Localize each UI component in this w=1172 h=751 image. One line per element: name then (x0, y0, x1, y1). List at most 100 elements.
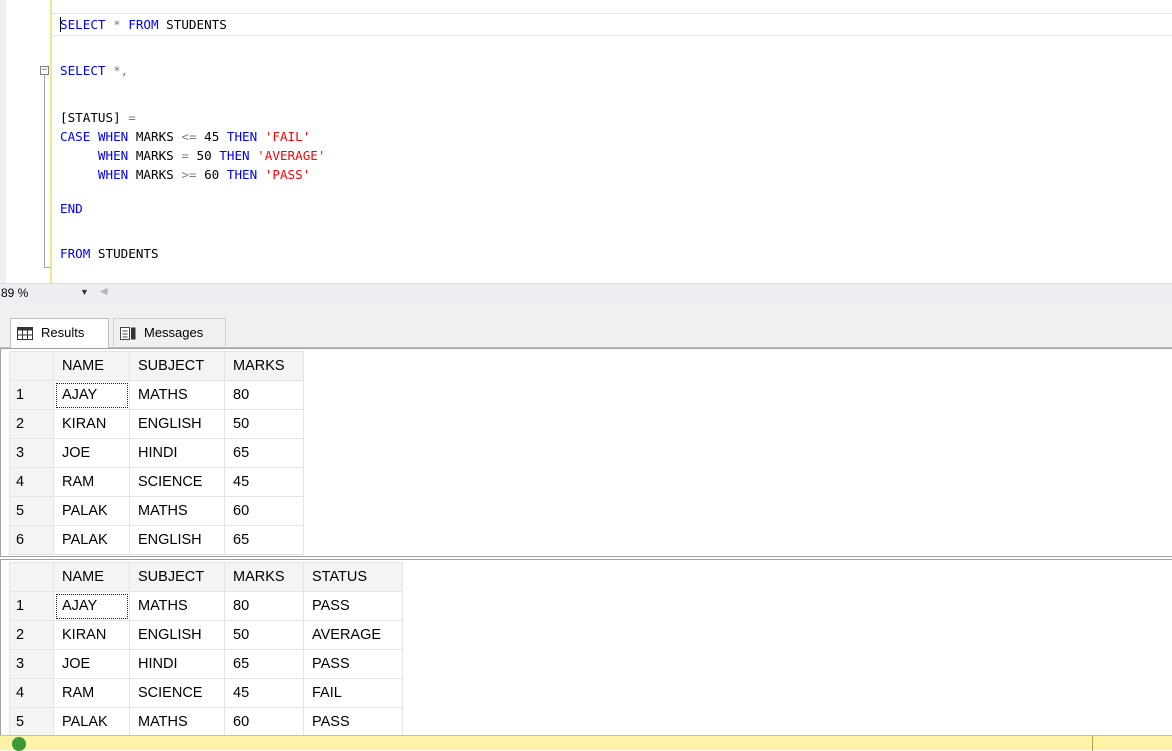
table-cell[interactable]: JOE (53, 649, 130, 679)
table-cell[interactable]: 50 (224, 620, 304, 650)
table-cell[interactable]: MATHS (129, 707, 225, 737)
table-cell[interactable]: KIRAN (53, 620, 130, 650)
table-cell[interactable]: PALAK (53, 496, 130, 526)
grid-corner[interactable] (9, 351, 54, 381)
column-header[interactable]: STATUS (303, 562, 403, 592)
grid-corner[interactable] (9, 562, 54, 592)
code-token: 'AVERAGE' (257, 148, 326, 163)
code-token: WHEN (97, 148, 129, 163)
table-cell[interactable]: PASS (303, 649, 403, 679)
table-cell[interactable]: AJAY (53, 380, 130, 410)
tab-results[interactable]: Results (10, 318, 109, 348)
result-grid-2[interactable]: NAME SUBJECT MARKS STATUS 1 AJAY MATHS 80 PASS 2… (0, 559, 1172, 737)
result-table-1: NAME SUBJECT MARKS 1 AJAY MATHS 80 2 KIRAN ENGLI… (9, 351, 304, 555)
column-header[interactable]: SUBJECT (129, 351, 225, 381)
code-token: 60 (196, 167, 227, 182)
table-cell[interactable]: AJAY (53, 591, 130, 621)
row-number[interactable]: 4 (9, 467, 54, 497)
table-cell[interactable]: ENGLISH (129, 620, 225, 650)
table-row[interactable]: 6 PALAK ENGLISH 65 (9, 525, 304, 555)
table-cell[interactable]: 65 (224, 438, 304, 468)
table-row[interactable]: 4 RAM SCIENCE 45 FAIL (9, 678, 403, 708)
tab-messages[interactable]: Messages (113, 318, 226, 347)
table-row[interactable]: 1 AJAY MATHS 80 (9, 380, 304, 410)
code-token: MARKS (128, 167, 182, 182)
table-cell[interactable]: PALAK (53, 707, 130, 737)
column-header[interactable]: MARKS (224, 351, 304, 381)
code-token: SELECT (60, 17, 106, 32)
table-cell[interactable]: 45 (224, 467, 304, 497)
table-cell[interactable]: 65 (224, 649, 304, 679)
row-number[interactable]: 5 (9, 496, 54, 526)
row-number[interactable]: 1 (9, 380, 54, 410)
row-number[interactable]: 4 (9, 678, 54, 708)
table-row[interactable]: 1 AJAY MATHS 80 PASS (9, 591, 403, 621)
grid-icon (17, 327, 33, 340)
table-cell[interactable]: AVERAGE (303, 620, 403, 650)
code-line[interactable]: SELECT * FROM STUDENTS (60, 17, 227, 33)
table-cell[interactable]: 60 (224, 707, 304, 737)
table-row[interactable]: 4 RAM SCIENCE 45 (9, 467, 304, 497)
code-token: STUDENTS (158, 17, 227, 32)
column-header[interactable]: SUBJECT (129, 562, 225, 592)
zoom-level[interactable]: 89 % (1, 286, 28, 300)
table-cell[interactable]: KIRAN (53, 409, 130, 439)
table-row[interactable]: 5 PALAK MATHS 60 PASS (9, 707, 403, 737)
code-line[interactable]: SELECT *, (60, 63, 128, 79)
chevron-down-icon[interactable]: ▼ (80, 287, 89, 297)
table-row[interactable]: 2 KIRAN ENGLISH 50 AVERAGE (9, 620, 403, 650)
table-cell[interactable]: 60 (224, 496, 304, 526)
table-cell[interactable]: 65 (224, 525, 304, 555)
table-cell[interactable]: MATHS (129, 380, 225, 410)
table-cell[interactable]: HINDI (129, 438, 225, 468)
table-cell[interactable]: MATHS (129, 496, 225, 526)
column-header[interactable]: MARKS (224, 562, 304, 592)
row-number[interactable]: 3 (9, 438, 54, 468)
code-line[interactable]: [STATUS] = (60, 110, 136, 126)
table-cell[interactable]: HINDI (129, 649, 225, 679)
code-line[interactable]: WHEN MARKS = 50 THEN 'AVERAGE' (60, 148, 326, 164)
collapse-icon[interactable]: − (40, 66, 49, 75)
code-token: [STATUS] (60, 110, 121, 125)
row-number[interactable]: 1 (9, 591, 54, 621)
column-header[interactable]: NAME (53, 351, 130, 381)
code-token: 50 (188, 148, 220, 163)
table-cell[interactable]: 50 (224, 409, 304, 439)
row-number[interactable]: 5 (9, 707, 54, 737)
code-line[interactable]: WHEN MARKS >= 60 THEN 'PASS' (60, 167, 310, 183)
table-row[interactable]: 3 JOE HINDI 65 PASS (9, 649, 403, 679)
table-row[interactable]: 2 KIRAN ENGLISH 50 (9, 409, 304, 439)
table-cell[interactable]: SCIENCE (129, 678, 225, 708)
result-grid-1[interactable]: NAME SUBJECT MARKS 1 AJAY MATHS 80 2 KIRAN ENGLI… (0, 348, 1172, 557)
code-token: END (60, 201, 83, 216)
table-cell[interactable]: RAM (53, 678, 130, 708)
row-number[interactable]: 2 (9, 620, 54, 650)
query-editor[interactable]: − SELECT * FROM STUDENTS SELECT *, [STAT… (0, 0, 1172, 283)
code-token: WHEN (97, 167, 129, 182)
table-cell[interactable]: JOE (53, 438, 130, 468)
table-row[interactable]: 3 JOE HINDI 65 (9, 438, 304, 468)
success-check-icon (12, 737, 26, 751)
table-cell[interactable]: ENGLISH (129, 409, 225, 439)
table-cell[interactable]: MATHS (129, 591, 225, 621)
table-cell[interactable]: RAM (53, 467, 130, 497)
table-cell[interactable]: 80 (224, 380, 304, 410)
row-number[interactable]: 6 (9, 525, 54, 555)
table-cell[interactable]: PASS (303, 707, 403, 737)
table-cell[interactable]: 80 (224, 591, 304, 621)
table-cell[interactable]: PASS (303, 591, 403, 621)
row-number[interactable]: 2 (9, 409, 54, 439)
row-number[interactable]: 3 (9, 649, 54, 679)
code-line[interactable]: FROM STUDENTS (60, 246, 159, 262)
code-line[interactable]: CASE WHEN MARKS <= 45 THEN 'FAIL' (60, 129, 310, 145)
table-cell[interactable]: SCIENCE (129, 467, 225, 497)
scroll-left-icon[interactable]: ◀ (100, 286, 108, 297)
table-cell[interactable]: FAIL (303, 678, 403, 708)
table-cell[interactable]: 45 (224, 678, 304, 708)
code-line[interactable]: END (60, 201, 83, 217)
table-cell[interactable]: PALAK (53, 525, 130, 555)
table-row[interactable]: 5 PALAK MATHS 60 (9, 496, 304, 526)
column-header[interactable]: NAME (53, 562, 130, 592)
table-cell[interactable]: ENGLISH (129, 525, 225, 555)
